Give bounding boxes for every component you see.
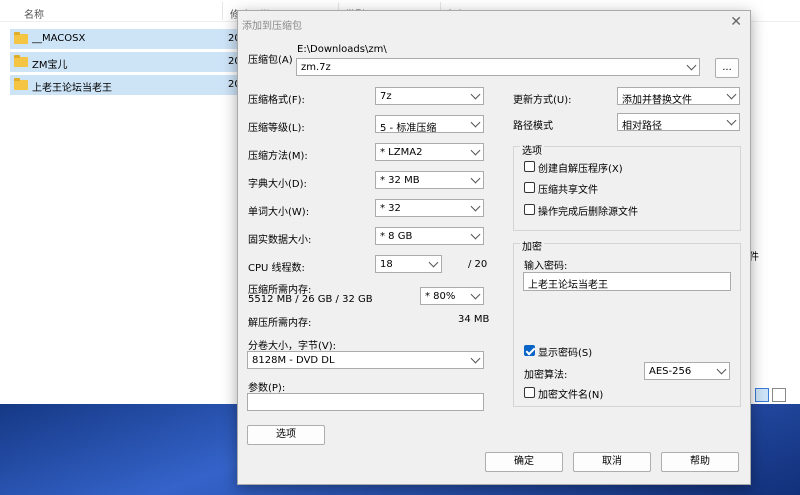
file-name: __MACOSX xyxy=(32,33,86,44)
file-row[interactable]: __MACOSX 20 xyxy=(10,29,241,49)
archive-name-combo[interactable]: zm.7z xyxy=(296,58,700,76)
params-label: 参数(P): xyxy=(248,383,286,394)
enc-method-select[interactable]: AES-256 xyxy=(644,362,730,380)
method-value: * LZMA2 xyxy=(380,147,423,158)
password-input[interactable]: 上老王论坛当老王 xyxy=(523,272,731,291)
options-group-title: 选项 xyxy=(520,142,544,157)
format-select[interactable]: 7z xyxy=(375,87,484,105)
chevron-down-icon xyxy=(686,60,697,71)
chevron-down-icon xyxy=(716,364,727,375)
ok-button[interactable]: 确定 xyxy=(485,452,563,472)
archive-path: E:\Downloads\zm\ xyxy=(297,44,387,55)
chevron-down-icon xyxy=(470,229,481,240)
chevron-down-icon xyxy=(470,201,481,212)
solid-select[interactable]: * 8 GB xyxy=(375,227,484,245)
path-label: 路径模式 xyxy=(513,121,553,132)
method-select[interactable]: * LZMA2 xyxy=(375,143,484,161)
file-name: 上老王论坛当老王 xyxy=(32,83,112,94)
sfx-label[interactable]: 创建自解压程序(X) xyxy=(538,160,623,175)
chevron-down-icon xyxy=(470,173,481,184)
chevron-down-icon xyxy=(470,145,481,156)
close-icon[interactable]: ✕ xyxy=(730,14,742,30)
dict-label: 字典大小(D): xyxy=(248,179,307,190)
file-row[interactable]: ZM宝儿 20 xyxy=(10,52,241,72)
mem-decomp-value: 34 MB xyxy=(458,314,490,325)
update-select[interactable]: 添加并替换文件 xyxy=(617,87,740,106)
level-label: 压缩等级(L): xyxy=(248,123,305,134)
level-select[interactable]: 5 - 标准压缩 xyxy=(375,115,484,134)
split-label: 分卷大小，字节(V): xyxy=(248,341,337,352)
chevron-down-icon xyxy=(726,89,737,100)
update-value: 添加并替换文件 xyxy=(622,95,692,106)
file-row[interactable]: 上老王论坛当老王 20 xyxy=(10,75,241,95)
encrypt-names-checkbox[interactable] xyxy=(524,387,535,398)
mem-percent-value: * 80% xyxy=(425,291,456,302)
chevron-down-icon xyxy=(470,89,481,100)
level-value: 5 - 标准压缩 xyxy=(380,123,437,134)
chevron-down-icon xyxy=(470,353,481,364)
chevron-down-icon xyxy=(470,117,481,128)
folder-icon xyxy=(14,32,28,44)
cpu-total: / 20 xyxy=(468,259,488,270)
chevron-down-icon xyxy=(726,115,737,126)
chevron-down-icon xyxy=(470,289,481,300)
delete-checkbox[interactable] xyxy=(524,204,535,215)
update-label: 更新方式(U): xyxy=(513,95,572,106)
chevron-down-icon xyxy=(428,257,439,268)
delete-label[interactable]: 操作完成后删除源文件 xyxy=(538,203,638,218)
details-view-icon[interactable] xyxy=(755,388,769,402)
path-select[interactable]: 相对路径 xyxy=(617,113,740,132)
mem-comp-value: 5512 MB / 26 GB / 32 GB xyxy=(248,294,373,305)
cpu-value: 18 xyxy=(380,259,393,270)
split-value: 8128M - DVD DL xyxy=(252,355,335,366)
shared-label[interactable]: 压缩共享文件 xyxy=(538,181,598,196)
dict-select[interactable]: * 32 MB xyxy=(375,171,484,189)
mem-percent-select[interactable]: * 80% xyxy=(420,287,484,305)
show-password-label[interactable]: 显示密码(S) xyxy=(538,344,592,359)
folder-icon xyxy=(14,78,28,90)
path-value: 相对路径 xyxy=(622,121,662,132)
solid-label: 固实数据大小: xyxy=(248,235,312,246)
cpu-select[interactable]: 18 xyxy=(375,255,442,273)
browse-button[interactable]: ... xyxy=(715,58,739,78)
solid-value: * 8 GB xyxy=(380,231,413,242)
word-label: 单词大小(W): xyxy=(248,207,310,218)
encryption-group-title: 加密 xyxy=(520,238,544,253)
password-value: 上老王论坛当老王 xyxy=(528,280,608,291)
column-name[interactable]: 名称 xyxy=(24,6,44,21)
file-name: ZM宝儿 xyxy=(32,60,68,71)
params-input[interactable] xyxy=(247,393,484,411)
format-value: 7z xyxy=(380,91,392,102)
dialog-title: 添加到压缩包 xyxy=(242,21,302,32)
tiles-view-icon[interactable] xyxy=(772,388,786,402)
archive-name-value: zm.7z xyxy=(301,62,331,73)
word-select[interactable]: * 32 xyxy=(375,199,484,217)
method-label: 压缩方法(M): xyxy=(248,151,308,162)
archive-label: 压缩包(A) xyxy=(248,55,293,66)
options-button[interactable]: 选项 xyxy=(247,425,325,445)
dict-value: * 32 MB xyxy=(380,175,420,186)
password-label: 输入密码: xyxy=(524,261,568,272)
mem-decomp-label: 解压所需内存: xyxy=(248,318,312,329)
sfx-checkbox[interactable] xyxy=(524,161,535,172)
cancel-button[interactable]: 取消 xyxy=(573,452,651,472)
enc-method-label: 加密算法: xyxy=(524,370,568,381)
shared-checkbox[interactable] xyxy=(524,182,535,193)
cpu-label: CPU 线程数: xyxy=(248,263,305,274)
enc-method-value: AES-256 xyxy=(649,366,692,377)
split-combo[interactable]: 8128M - DVD DL xyxy=(247,351,484,369)
encrypt-names-label[interactable]: 加密文件名(N) xyxy=(538,386,603,401)
folder-icon xyxy=(14,55,28,67)
format-label: 压缩格式(F): xyxy=(248,95,305,106)
word-value: * 32 xyxy=(380,203,401,214)
add-to-archive-dialog: 添加到压缩包 ✕ 压缩包(A) E:\Downloads\zm\ zm.7z .… xyxy=(237,10,751,485)
show-password-checkbox[interactable] xyxy=(524,345,535,356)
column-divider xyxy=(222,2,223,20)
help-button[interactable]: 帮助 xyxy=(661,452,739,472)
